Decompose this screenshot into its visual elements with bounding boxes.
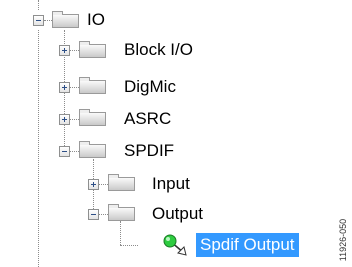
collapse-toggle[interactable] (59, 146, 70, 157)
folder-icon (79, 141, 106, 158)
tree-connector (70, 87, 79, 88)
expand-toggle[interactable] (88, 179, 99, 190)
folder-icon (108, 204, 135, 221)
collapse-toggle[interactable] (88, 209, 99, 220)
tree-node-label[interactable]: ASRC (124, 109, 171, 129)
tree-node-label-selected[interactable]: Spdif Output (196, 233, 299, 257)
folder-icon (79, 41, 106, 58)
io-tree-view[interactable]: IO Block I/O DigMic ASRC SPDIF Input Out… (0, 0, 352, 267)
tree-node-label[interactable]: Block I/O (124, 40, 193, 60)
tree-node-label[interactable]: DigMic (124, 77, 176, 97)
tree-connector (70, 50, 79, 51)
collapse-toggle[interactable] (33, 15, 44, 26)
tree-connector (120, 245, 138, 246)
expand-toggle[interactable] (59, 82, 70, 93)
expand-toggle[interactable] (59, 45, 70, 56)
tree-connector (99, 214, 108, 215)
folder-icon (108, 174, 135, 191)
tree-connector (38, 0, 39, 10)
folder-icon (79, 77, 106, 94)
tree-connector (44, 20, 52, 21)
tree-connector (99, 184, 108, 185)
tree-connector (70, 119, 79, 120)
tree-node-label[interactable]: Output (152, 204, 203, 224)
figure-id: 11926-050 (336, 213, 350, 267)
tree-connector (120, 221, 121, 245)
folder-icon (79, 109, 106, 126)
folder-icon (52, 11, 79, 28)
tree-node-label[interactable]: IO (87, 10, 105, 30)
tree-connector (70, 151, 79, 152)
tree-node-label[interactable]: Input (152, 174, 190, 194)
figure-id-text: 11926-050 (338, 218, 348, 262)
expand-toggle[interactable] (59, 114, 70, 125)
output-pin-icon (163, 234, 187, 256)
tree-node-label[interactable]: SPDIF (124, 141, 174, 161)
tree-connector (38, 30, 39, 267)
